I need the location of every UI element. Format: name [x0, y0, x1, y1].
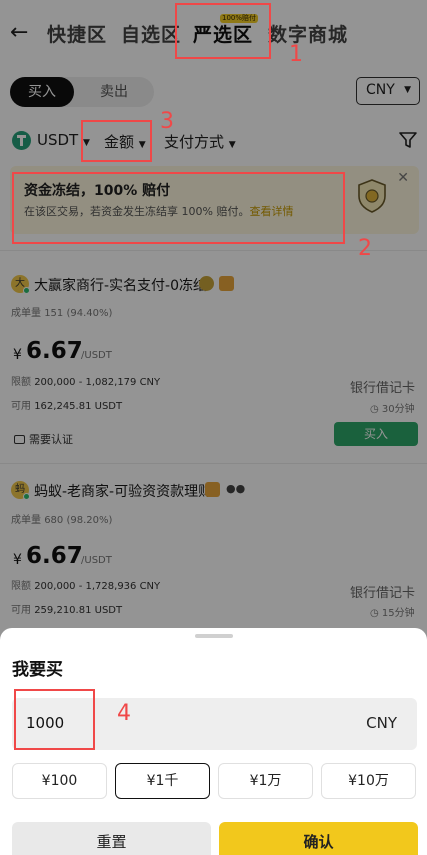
annotation-number-2: 2 — [358, 236, 372, 261]
preset-10k[interactable]: ¥1万 — [218, 763, 313, 799]
p2p-trade-screen: ← 快捷区 自选区 严选区 100%赔付 数字商城 买入 卖出 CNY ▼ US… — [0, 0, 427, 855]
annotation-box-1 — [175, 3, 271, 59]
amount-currency: CNY — [366, 714, 397, 732]
annotation-box-3 — [81, 120, 152, 162]
preset-100[interactable]: ¥100 — [12, 763, 107, 799]
confirm-button[interactable]: 确认 — [219, 822, 418, 855]
preset-1k[interactable]: ¥1千 — [115, 763, 210, 799]
reset-button[interactable]: 重置 — [12, 822, 211, 855]
drag-handle[interactable] — [195, 634, 233, 638]
annotation-number-4: 4 — [117, 701, 131, 726]
annotation-box-2 — [12, 172, 345, 244]
annotation-number-1: 1 — [289, 42, 303, 67]
annotation-box-4 — [14, 689, 95, 750]
sheet-title: 我要买 — [12, 660, 63, 680]
preset-100k[interactable]: ¥10万 — [321, 763, 416, 799]
annotation-number-3: 3 — [160, 109, 174, 134]
